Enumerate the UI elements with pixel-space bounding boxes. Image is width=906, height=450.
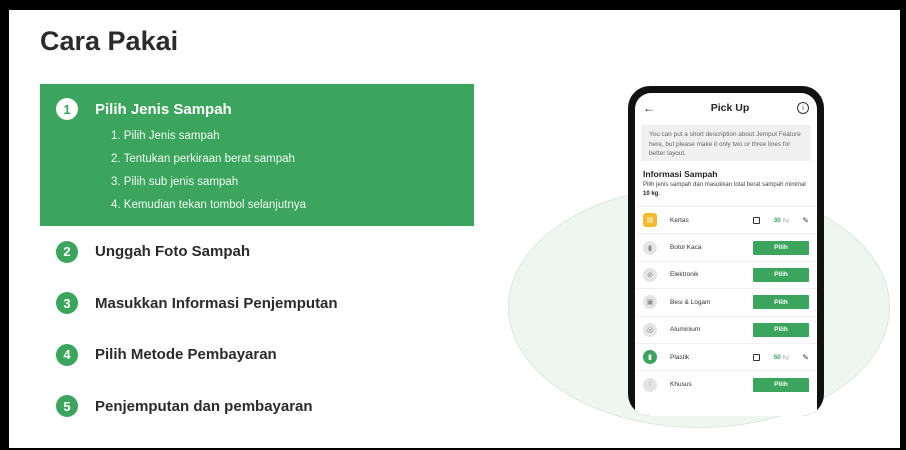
- info-desc-suffix: .: [658, 190, 661, 197]
- list-item: ▤ Kertas 30 Kg ✎: [635, 206, 817, 233]
- phone-screen: ← Pick Up i You can put a short descript…: [635, 93, 817, 416]
- substep-item: 1. Pilih Jenis sampah: [111, 130, 220, 142]
- step-number-badge: 5: [56, 395, 78, 418]
- metal-icon: ▣: [643, 295, 657, 310]
- waste-type-list: ▤ Kertas 30 Kg ✎ ▮ Botol Kaca Pilih ⊘ El…: [635, 206, 817, 398]
- substep-item: 2. Tentukan perkiraan berat sampah: [111, 153, 295, 165]
- special-waste-icon: ⁞: [643, 377, 657, 392]
- item-name: Khusus: [670, 381, 692, 389]
- step-3[interactable]: 3 Masukkan Informasi Penjemputan: [40, 278, 474, 330]
- info-section-title: Informasi Sampah: [643, 169, 718, 179]
- pilih-button[interactable]: Pilih: [753, 267, 809, 282]
- list-item: ▮ Plastik 50 Kg ✎: [635, 342, 817, 370]
- pilih-button[interactable]: Pilih: [753, 322, 809, 337]
- item-name: Besi & Logam: [670, 298, 711, 306]
- pilih-button[interactable]: Pilih: [753, 240, 809, 255]
- pilih-button[interactable]: Pilih: [753, 295, 809, 310]
- list-item: ▣ Besi & Logam Pilih: [635, 288, 817, 315]
- step-title: Penjemputan dan pembayaran: [95, 397, 313, 415]
- step-2[interactable]: 2 Unggah Foto Sampah: [40, 226, 474, 278]
- bottle-icon: ▮: [643, 240, 657, 255]
- step-1-active[interactable]: 1 Pilih Jenis Sampah 1. Pilih Jenis samp…: [40, 84, 474, 226]
- list-item: ⊘ Elektronik Pilih: [635, 260, 817, 288]
- item-name: Aluminium: [670, 326, 701, 334]
- weight-display: 50 Kg ✎: [753, 353, 809, 362]
- screen-title: Pick Up: [710, 102, 750, 114]
- weight-value: 50 Kg: [774, 354, 789, 361]
- step-5[interactable]: 5 Penjemputan dan pembayaran: [40, 381, 474, 433]
- item-name: Kertas: [670, 216, 689, 224]
- feature-description: You can put a short description about Je…: [641, 125, 811, 161]
- step-title: Pilih Metode Pembayaran: [95, 346, 277, 364]
- list-item: ▮ Botol Kaca Pilih: [635, 233, 817, 260]
- item-name: Elektronik: [670, 271, 699, 279]
- app-bar: ← Pick Up i: [635, 93, 817, 123]
- step-title: Pilih Jenis Sampah: [95, 100, 232, 118]
- page-title: Cara Pakai: [40, 26, 179, 56]
- pencil-icon[interactable]: ✎: [802, 353, 809, 362]
- bag-icon: [753, 216, 760, 224]
- aluminium-icon: ◎: [643, 322, 657, 337]
- pencil-icon[interactable]: ✎: [802, 216, 809, 225]
- weight-unit: Kg: [782, 354, 789, 361]
- weight-number: 30: [773, 216, 781, 224]
- info-section-desc: Pilih jenis sampah dan masukkan total be…: [643, 181, 809, 198]
- step-number-badge: 2: [56, 240, 78, 263]
- list-item: ◎ Aluminium Pilih: [635, 315, 817, 343]
- info-desc-text: Pilih jenis sampah dan masukkan total be…: [643, 182, 806, 188]
- step-number-badge: 1: [56, 98, 78, 120]
- substep-list: 1. Pilih Jenis sampah 2. Tentukan perkir…: [111, 125, 458, 217]
- step-4[interactable]: 4 Pilih Metode Pembayaran: [40, 329, 474, 381]
- paper-icon: ▤: [643, 213, 657, 228]
- substep-item: 4. Kemudian tekan tombol selanjutnya: [111, 199, 306, 211]
- item-name: Botol Kaca: [670, 244, 702, 252]
- step-title: Unggah Foto Sampah: [95, 243, 250, 261]
- step-number-badge: 4: [56, 343, 78, 366]
- item-name: Plastik: [670, 353, 690, 361]
- step-number-badge: 3: [56, 292, 78, 315]
- weight-number: 50: [773, 353, 781, 361]
- back-arrow-icon[interactable]: ←: [643, 101, 663, 115]
- bag-icon: [753, 353, 760, 361]
- weight-display: 30 Kg ✎: [753, 216, 809, 225]
- pilih-button[interactable]: Pilih: [753, 377, 809, 392]
- info-desc-min-weight: 10 kg: [643, 190, 659, 197]
- steps-list: 1 Pilih Jenis Sampah 1. Pilih Jenis samp…: [40, 84, 474, 432]
- electronic-icon: ⊘: [643, 267, 657, 282]
- list-item: ⁞ Khusus Pilih: [635, 370, 817, 397]
- plastic-icon: ▮: [643, 350, 657, 365]
- weight-unit: Kg: [782, 217, 789, 224]
- weight-value: 30 Kg: [774, 217, 789, 224]
- substep-item: 3. Pilih sub jenis sampah: [111, 176, 239, 188]
- phone-mockup: ← Pick Up i You can put a short descript…: [628, 86, 824, 416]
- info-icon[interactable]: i: [797, 102, 809, 114]
- step-title: Masukkan Informasi Penjemputan: [95, 294, 338, 312]
